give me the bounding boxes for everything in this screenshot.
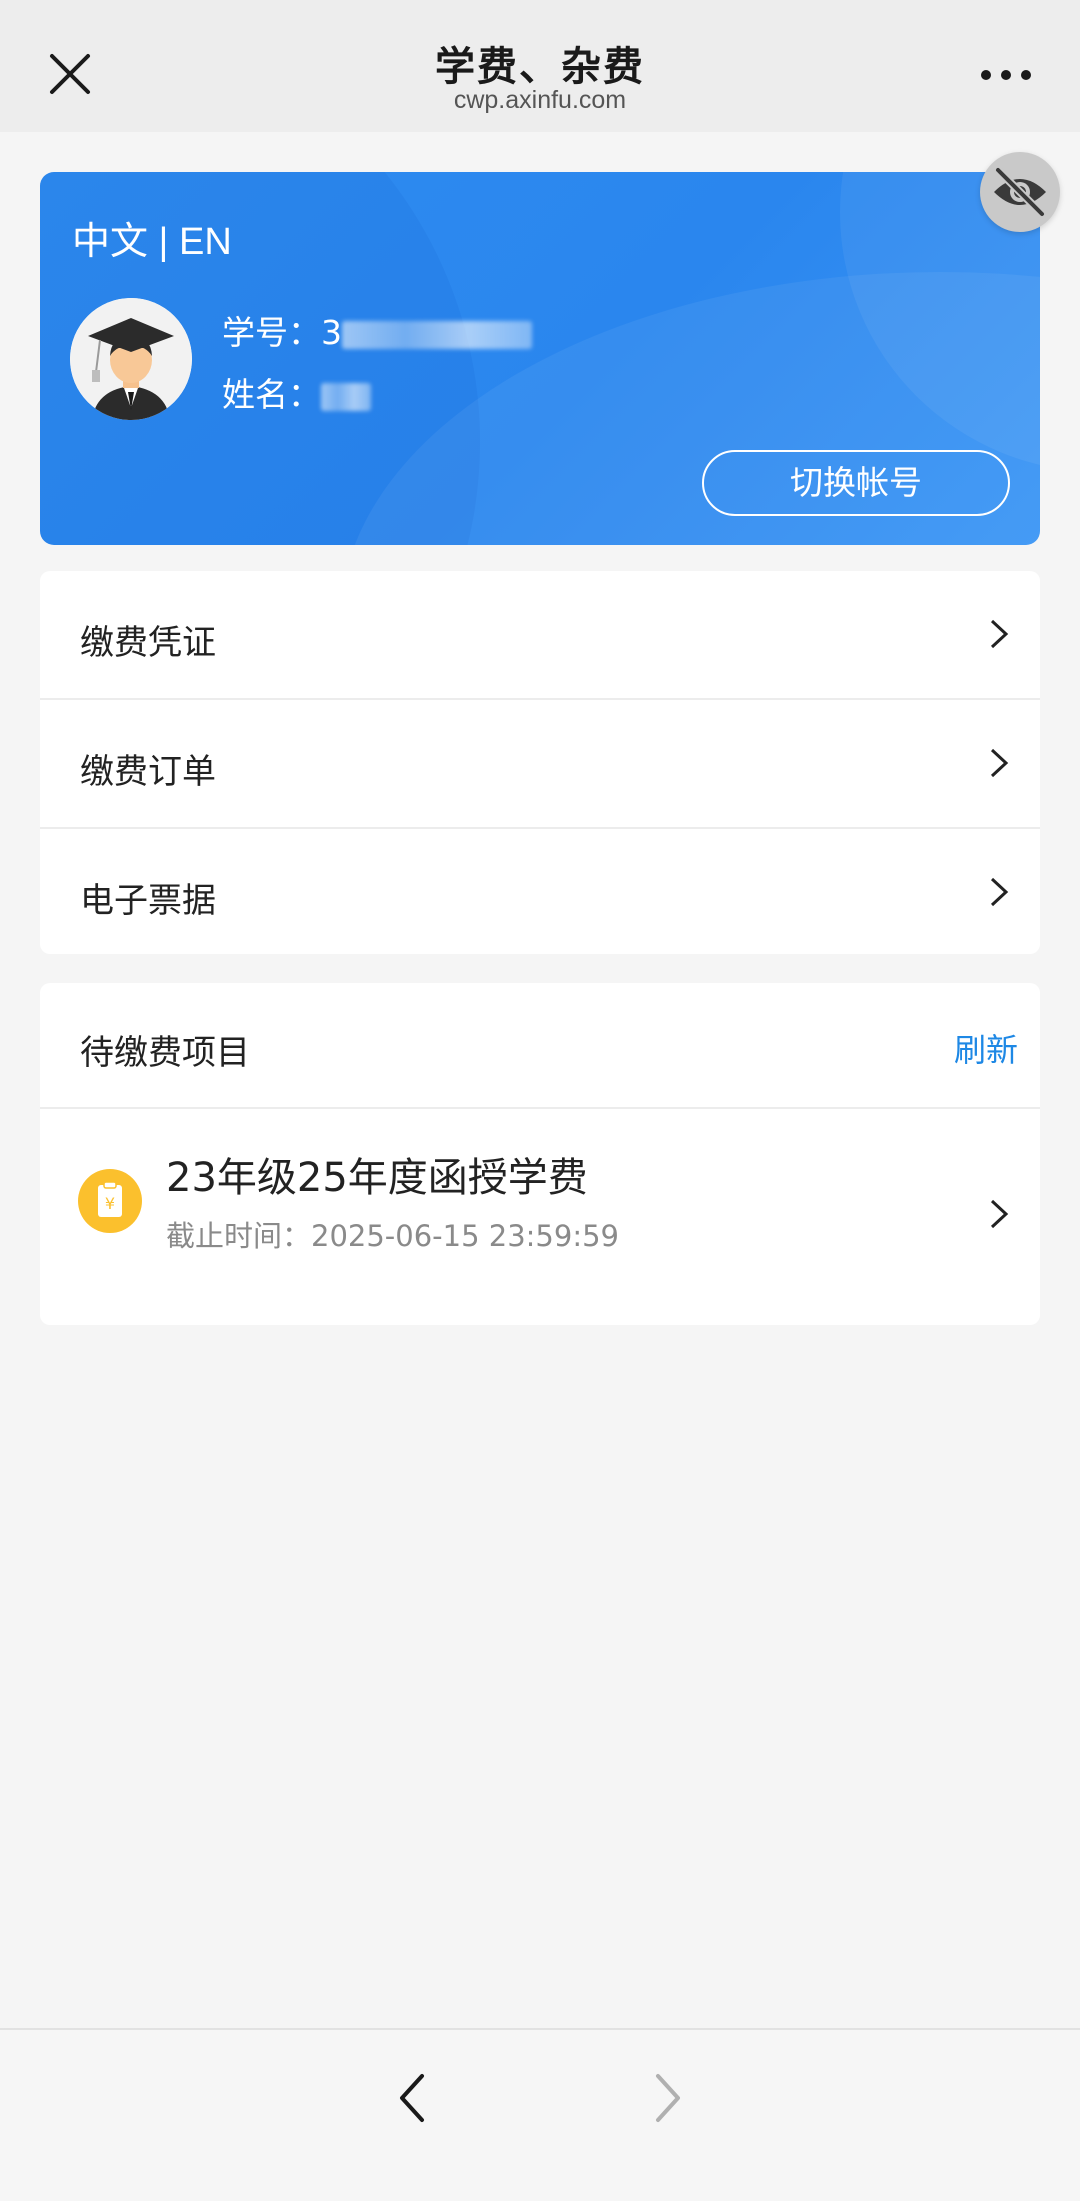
eye-off-icon[interactable] — [980, 152, 1060, 232]
student-id-value: 3 — [321, 313, 342, 352]
chevron-right-icon — [984, 875, 1014, 909]
svg-text:¥: ¥ — [105, 1194, 115, 1213]
page-title: 学费、杂费 — [435, 44, 645, 90]
student-name-row: 姓名： — [222, 368, 371, 416]
forward-arrow-icon[interactable] — [648, 2070, 688, 2126]
redacted-student-name — [321, 382, 371, 411]
pending-payments-card: 待缴费项目 刷新 ¥ 23年级25年度函授学费 截止时间：2025-06-15 … — [40, 983, 1040, 1325]
menu-item-e-receipts[interactable]: 电子票据 — [40, 829, 1040, 954]
back-arrow-icon[interactable] — [392, 2070, 432, 2126]
page-domain: cwp.axinfu.com — [453, 86, 627, 114]
bill-name: 23年级25年度函授学费 — [166, 1155, 588, 1201]
top-nav-bar: 学费、杂费 cwp.axinfu.com — [0, 0, 1080, 132]
student-id-label: 学号： — [222, 313, 321, 352]
profile-card: 中文 | EN 学号：3 姓名： 切换帐号 — [40, 172, 1040, 545]
pending-bill-item[interactable]: ¥ 23年级25年度函授学费 截止时间：2025-06-15 23:59:59 — [40, 1109, 1040, 1325]
chevron-right-icon — [984, 1197, 1014, 1231]
menu-item-label: 电子票据 — [80, 881, 216, 921]
avatar — [70, 298, 192, 420]
menu-item-payment-orders[interactable]: 缴费订单 — [40, 700, 1040, 828]
student-id-row: 学号：3 — [222, 306, 532, 354]
bottom-nav-bar — [0, 2028, 1080, 2201]
bill-icon: ¥ — [78, 1169, 142, 1233]
switch-account-button[interactable]: 切换帐号 — [702, 450, 1010, 516]
menu-item-label: 缴费凭证 — [80, 623, 216, 663]
menu-item-label: 缴费订单 — [80, 752, 216, 792]
bill-deadline: 截止时间：2025-06-15 23:59:59 — [166, 1219, 619, 1253]
refresh-link[interactable]: 刷新 — [954, 1025, 1018, 1071]
redacted-student-id — [342, 320, 532, 349]
section-title: 待缴费项目 — [80, 1033, 250, 1073]
menu-item-payment-voucher[interactable]: 缴费凭证 — [40, 571, 1040, 699]
menu-card: 缴费凭证 缴费订单 电子票据 — [40, 571, 1040, 954]
student-name-label: 姓名： — [222, 375, 321, 414]
more-icon[interactable] — [976, 60, 1036, 90]
chevron-right-icon — [984, 617, 1014, 651]
chevron-right-icon — [984, 746, 1014, 780]
language-switch[interactable]: 中文 | EN — [72, 210, 232, 265]
